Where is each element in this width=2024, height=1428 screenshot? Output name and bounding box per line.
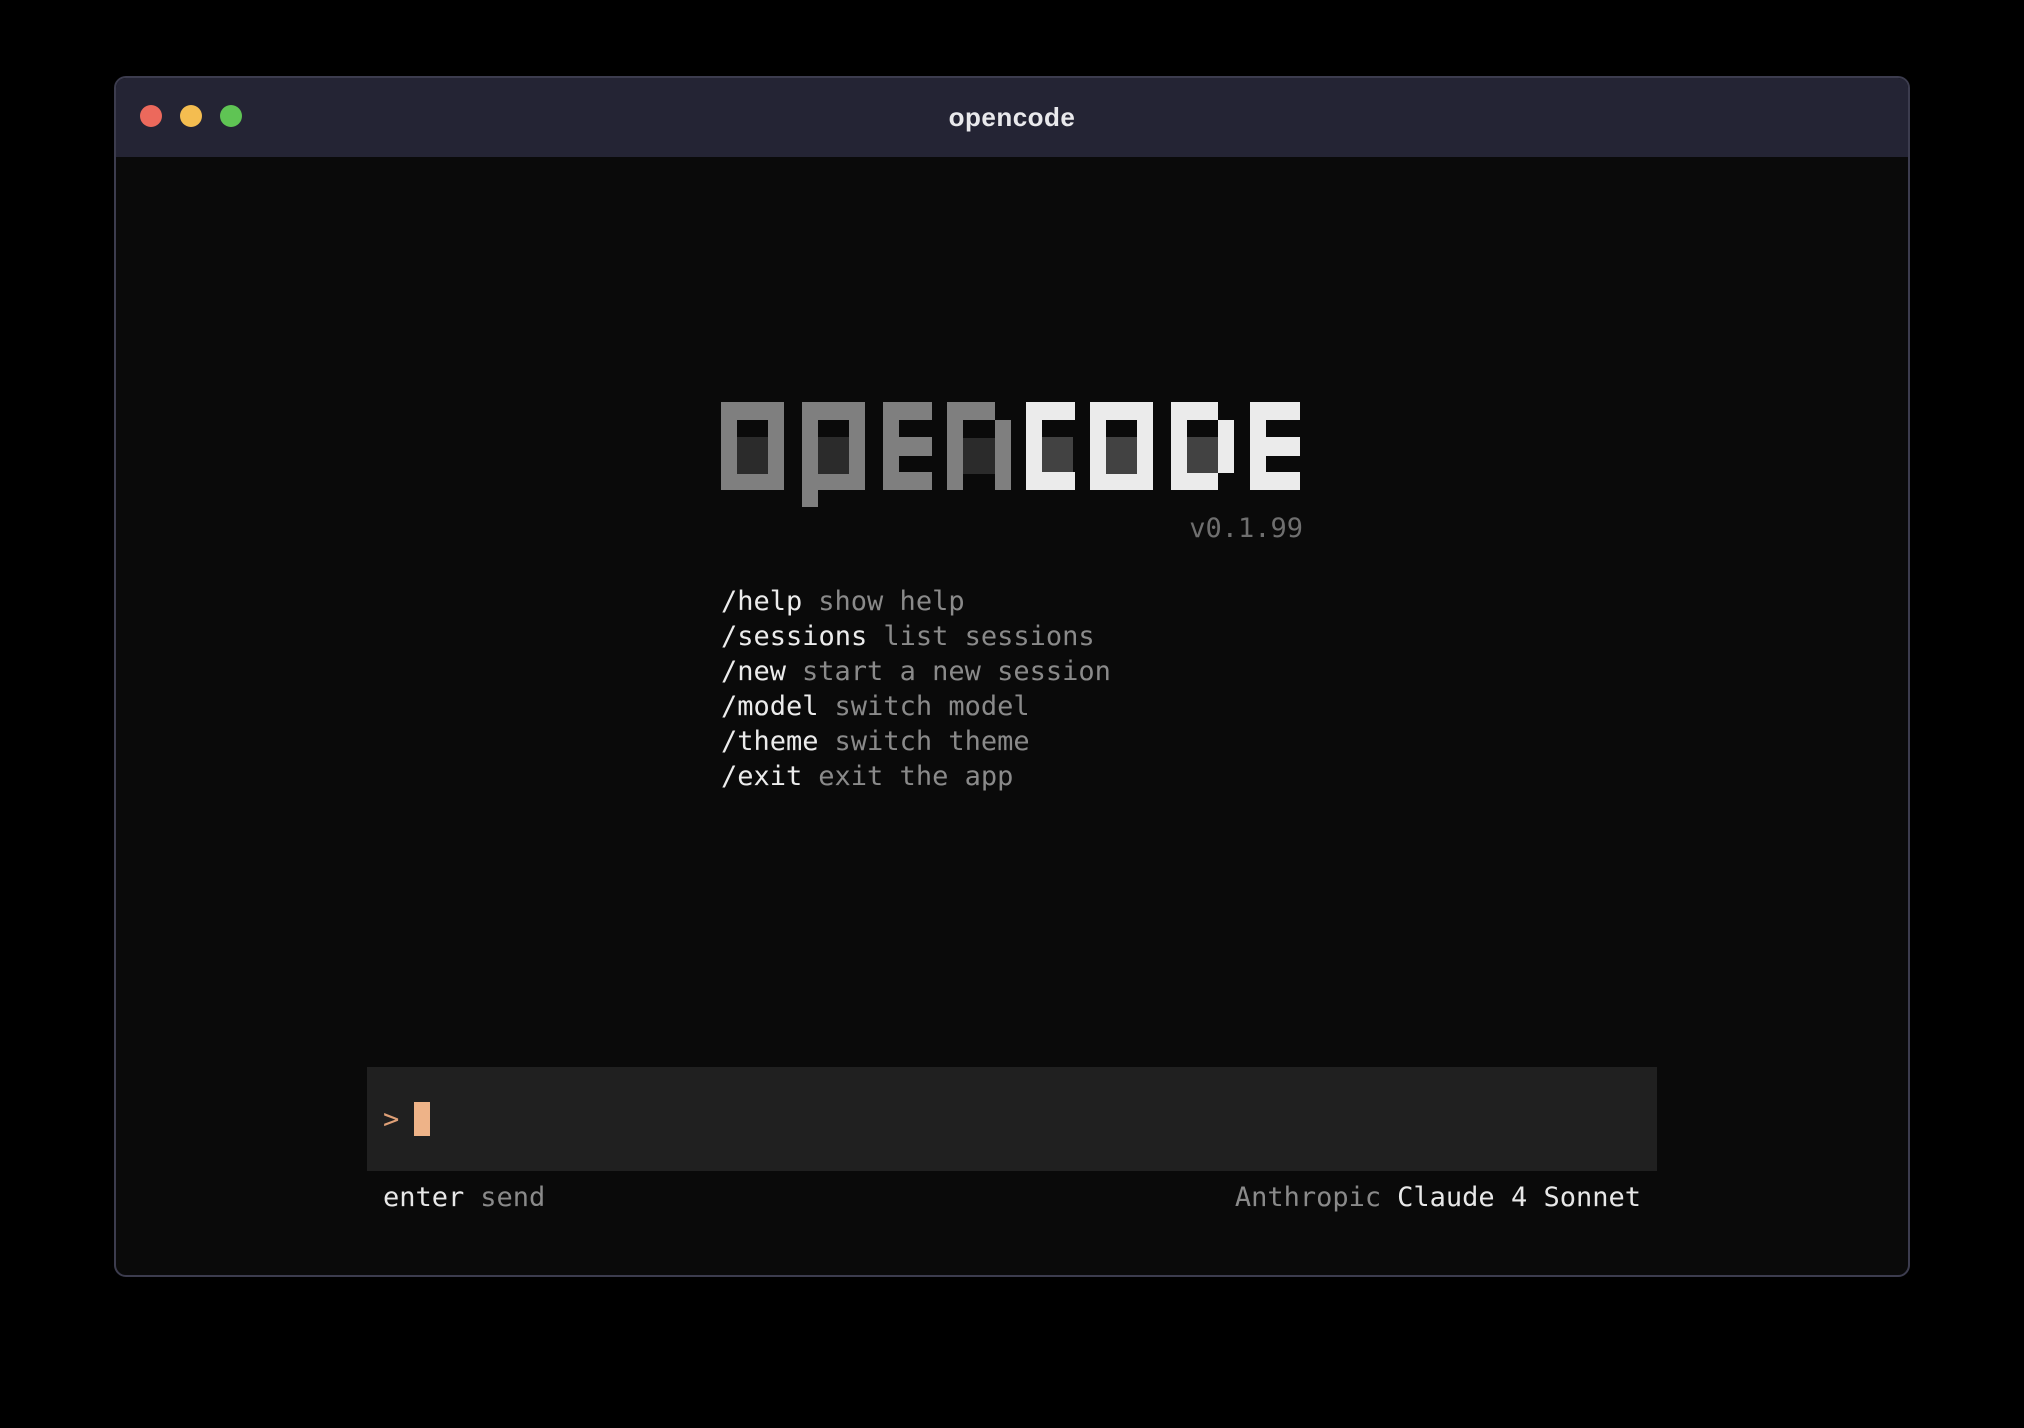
status-bar: enter send Anthropic Claude 4 Sonnet <box>367 1180 1657 1215</box>
text-cursor <box>414 1102 430 1136</box>
command-name: /theme <box>721 726 819 757</box>
message-input[interactable]: > <box>367 1067 1657 1171</box>
command-row-new: /new start a new session <box>721 654 1303 689</box>
close-button[interactable] <box>140 105 162 127</box>
command-name: /exit <box>721 761 802 792</box>
prompt-chevron: > <box>383 1102 399 1137</box>
command-desc: list sessions <box>883 621 1094 652</box>
command-row-exit: /exit exit the app <box>721 759 1303 794</box>
keybind-key: enter <box>383 1182 464 1213</box>
command-name: /sessions <box>721 621 867 652</box>
traffic-lights <box>140 105 242 127</box>
keybind-hint: enter send <box>383 1180 545 1215</box>
model-indicator: Anthropic Claude 4 Sonnet <box>1235 1180 1641 1215</box>
zoom-button[interactable] <box>220 105 242 127</box>
logo-code-inner-shade <box>1042 437 1218 474</box>
window-titlebar[interactable]: opencode <box>116 78 1908 157</box>
provider-name: Anthropic <box>1235 1182 1381 1213</box>
command-desc: switch model <box>835 691 1030 722</box>
command-list: /help show help /sessions list sessions /n… <box>721 584 1303 794</box>
window-title: opencode <box>949 102 1076 133</box>
command-desc: exit the app <box>818 761 1013 792</box>
command-name: /help <box>721 586 802 617</box>
command-name: /model <box>721 691 819 722</box>
minimize-button[interactable] <box>180 105 202 127</box>
opencode-logo <box>721 402 1301 507</box>
opencode-window: opencode <box>114 76 1910 1277</box>
command-row-theme: /theme switch theme <box>721 724 1303 759</box>
keybind-action: send <box>480 1182 545 1213</box>
version-label: v0.1.99 <box>721 515 1303 543</box>
welcome-panel: v0.1.99 /help show help /sessions list ses… <box>721 402 1303 794</box>
command-desc: start a new session <box>802 656 1111 687</box>
command-desc: show help <box>818 586 964 617</box>
command-desc: switch theme <box>835 726 1030 757</box>
command-row-sessions: /sessions list sessions <box>721 619 1303 654</box>
command-name: /new <box>721 656 786 687</box>
command-row-help: /help show help <box>721 584 1303 619</box>
model-name: Claude 4 Sonnet <box>1397 1182 1641 1213</box>
command-row-model: /model switch model <box>721 689 1303 724</box>
